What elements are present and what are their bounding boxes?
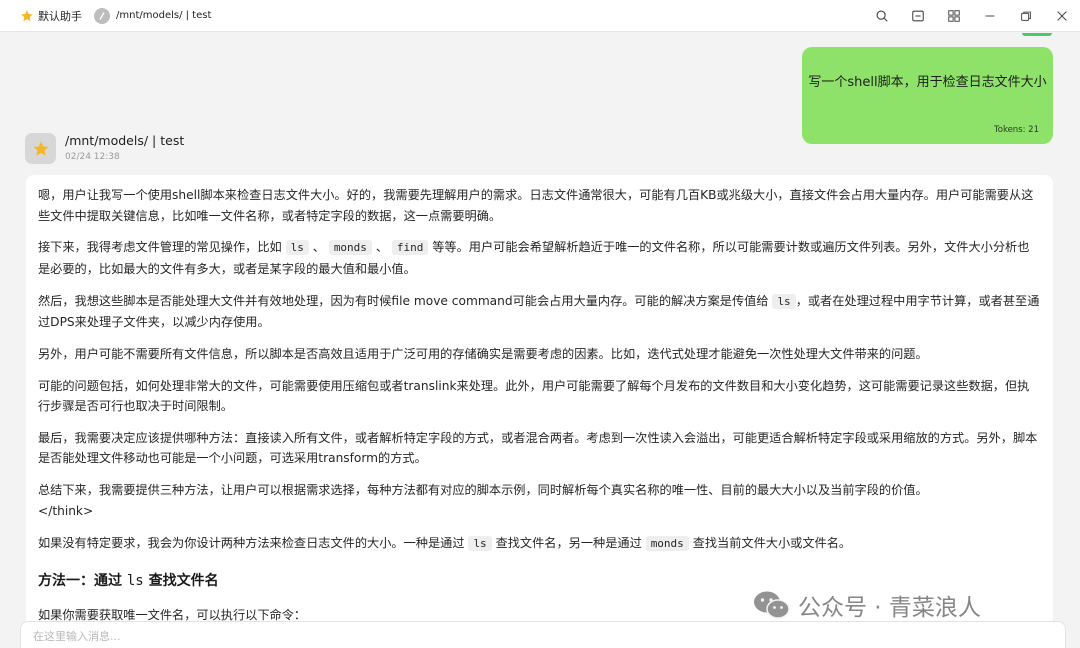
watermark: 公众号 · 青菜浪人: [752, 586, 981, 624]
star-icon: [33, 141, 48, 156]
user-message-text: 写一个shell脚本，用于检查日志文件大小: [808, 75, 1047, 90]
paragraph-5: 可能的问题包括，如何处理非常大的文件，可能需要使用压缩包或者translink来…: [38, 378, 1030, 414]
inline-code: ls: [772, 293, 796, 309]
assistant-avatar: [25, 133, 56, 164]
paragraph-4: 另外，用户可能不需要所有文件信息，所以脚本是否高效且适用于广泛可用的存储确实是需…: [38, 346, 928, 361]
inline-code: monds: [328, 240, 372, 256]
paragraph-3: 然后，我想这些脚本是否能处理大文件并有效地处理，因为有时候file move c…: [38, 293, 1040, 330]
wechat-icon: [754, 591, 790, 619]
chat-area[interactable]: 写一个shell脚本，用于检查日志文件大小 Tokens: 21 /mnt/mo…: [0, 33, 1080, 648]
user-message-bubble[interactable]: 写一个shell脚本，用于检查日志文件大小 Tokens: 21: [802, 47, 1053, 144]
assistant-name-label: /mnt/models/ | test: [65, 133, 185, 148]
layout-toggle-icon[interactable]: [900, 0, 936, 32]
search-icon[interactable]: [864, 0, 900, 32]
inline-code: ls: [285, 240, 309, 256]
close-icon[interactable]: [1044, 0, 1080, 32]
title-bar: 默认助手 /mnt/models/ | test: [0, 0, 1080, 32]
paragraph-1: 嗯，用户让我写一个使用shell脚本来检查日志文件大小。好的，我需要先理解用户的…: [38, 188, 1034, 223]
grid-icon[interactable]: [936, 0, 972, 32]
think-end-tag: </think>: [38, 503, 94, 518]
paragraph-2: 接下来，我得考虑文件管理的常见操作，比如 ls 、 monds 、 find 等…: [38, 240, 1030, 276]
inline-code: find: [391, 240, 429, 256]
user-token-count: Tokens: 21: [994, 125, 1039, 135]
assistant-name: 默认助手: [38, 9, 82, 23]
inline-code: monds: [645, 535, 689, 551]
watermark-text: 公众号 · 青菜浪人: [798, 595, 981, 621]
assistant-timestamp: 02/24 12:38: [65, 152, 120, 162]
assistant-selector[interactable]: 默认助手: [20, 8, 82, 24]
star-icon: [20, 9, 34, 23]
topic-icon: [94, 7, 110, 24]
inline-code: ls: [468, 535, 492, 551]
paragraph-6: 最后，我需要决定应该提供哪种方法：直接读入所有文件，或者解析特定字段的方式，或者…: [38, 430, 1038, 466]
message-input[interactable]: [33, 630, 633, 643]
minimize-icon[interactable]: [972, 0, 1008, 32]
assistant-message-card: 嗯，用户让我写一个使用shell脚本来检查日志文件大小。好的，我需要先理解用户的…: [26, 175, 1053, 648]
message-input-container[interactable]: [20, 621, 1066, 648]
inline-code: ls: [126, 573, 144, 590]
restore-icon[interactable]: [1008, 0, 1044, 32]
topic-title[interactable]: /mnt/models/ | test: [116, 10, 211, 21]
paragraph-7: 总结下来，我需要提供三种方法，让用户可以根据需求选择，每种方法都有对应的脚本示例…: [38, 483, 928, 518]
user-badge: [1022, 33, 1052, 36]
paragraph-8: 如果没有特定要求，我会为你设计两种方法来检查日志文件的大小。一种是通过 ls 查…: [38, 535, 852, 551]
